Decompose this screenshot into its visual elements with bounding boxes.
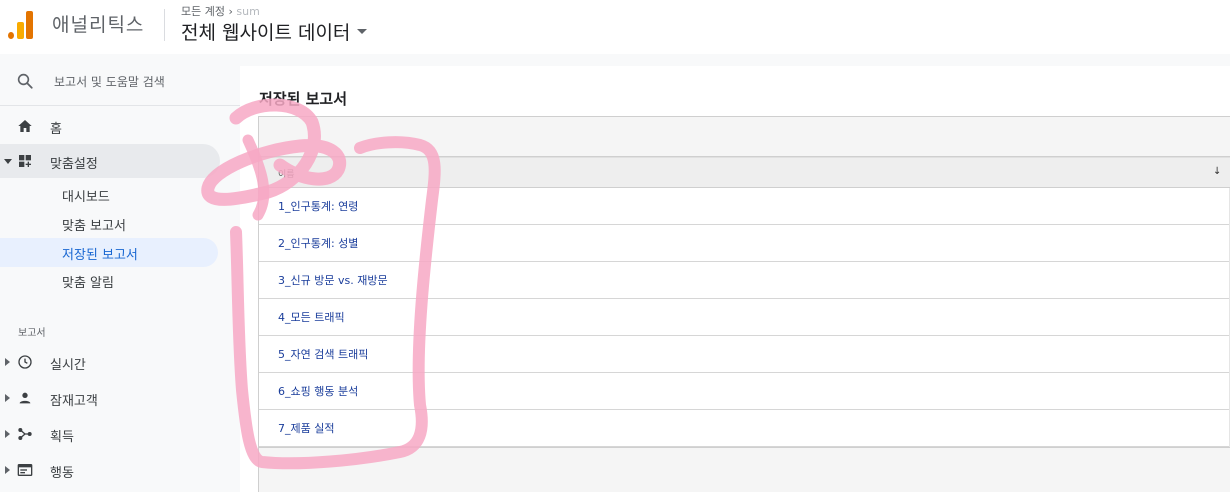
report-link[interactable]: 5_자연 검색 트래픽 [278,346,368,362]
report-link[interactable]: 3_신규 방문 vs. 재방문 [278,272,388,288]
report-link[interactable]: 2_인구통계: 성별 [278,235,358,251]
expand-caret-icon [5,430,10,438]
search-input[interactable]: 보고서 및 도움말 검색 [54,73,165,90]
saved-reports-table: 이름 ↓ 1_인구통계: 연령 2_인구통계: 성별 3_신규 방문 vs. 재… [258,116,1230,492]
expand-caret-icon [5,394,10,402]
sidebar-item-label: 맞춤설정 [50,157,98,172]
sidebar-subitem-label: 대시보드 [62,190,110,205]
behavior-icon [17,464,33,476]
report-link[interactable]: 7_제품 실적 [278,420,334,436]
sidebar-item-acquisition[interactable]: 획득 [0,417,220,451]
main-content: 저장된 보고서 이름 ↓ 1_인구통계: 연령 2_인구통계: 성별 3_신규 … [240,54,1230,492]
table-row: 2_인구통계: 성별 [259,225,1230,262]
breadcrumb-blurred: sum [236,5,260,18]
search-icon [17,73,33,89]
sidebar-item-label: 행동 [50,466,74,481]
sidebar-item-audience[interactable]: 잠재고객 [0,381,220,415]
sidebar-subitem-custom-reports[interactable]: 맞춤 보고서 [0,209,218,238]
breadcrumb-separator: › [228,5,233,18]
sidebar-item-behavior[interactable]: 행동 [0,453,220,487]
table-row: 4_모든 트래픽 [259,299,1230,336]
account-breadcrumb[interactable]: 모든 계정 › sum [181,3,260,19]
expand-caret-icon [5,466,10,474]
breadcrumb-account: 모든 계정 [181,5,225,18]
acquisition-icon [18,428,32,440]
page-title: 저장된 보고서 [259,90,348,108]
table-row: 3_신규 방문 vs. 재방문 [259,262,1230,299]
sidebar: 보고서 및 도움말 검색 홈 맞춤설정 대시보드 맞춤 보고서 저장된 보고서 … [0,54,240,492]
sidebar-item-label: 홈 [50,122,62,137]
table-row: 5_자연 검색 트래픽 [259,336,1230,373]
column-header-name[interactable]: 이름 ↓ [259,157,1230,188]
sidebar-item-label: 획득 [50,430,74,445]
expand-caret-icon [5,358,10,366]
property-name: 전체 웹사이트 데이터 [181,22,351,44]
report-link[interactable]: 4_모든 트래픽 [278,309,345,325]
table-body: 1_인구통계: 연령 2_인구통계: 성별 3_신규 방문 vs. 재방문 4_… [259,188,1230,447]
sidebar-search[interactable]: 보고서 및 도움말 검색 [0,54,240,106]
table-footer [259,447,1230,492]
person-icon [19,392,31,404]
sidebar-subitem-label: 맞춤 보고서 [62,219,126,234]
app-name: 애널리틱스 [52,14,145,36]
sidebar-item-label: 잠재고객 [50,394,98,409]
analytics-logo[interactable] [8,11,34,39]
sidebar-subitem-custom-alerts[interactable]: 맞춤 알림 [0,266,218,295]
table-toolbar [259,117,1230,157]
sidebar-item-home[interactable]: 홈 [0,109,220,143]
sidebar-item-customization[interactable]: 맞춤설정 [0,144,220,178]
clock-icon [18,355,32,369]
dashboard-plus-icon [19,155,31,167]
column-header-label: 이름 [278,170,295,180]
table-row: 7_제품 실적 [259,410,1230,447]
sidebar-subitem-saved-reports[interactable]: 저장된 보고서 [0,238,218,267]
report-link[interactable]: 1_인구통계: 연령 [278,198,358,214]
top-header: 애널리틱스 모든 계정 › sum 전체 웹사이트 데이터 [0,0,1230,52]
table-row: 6_쇼핑 행동 분석 [259,373,1230,410]
property-selector[interactable]: 전체 웹사이트 데이터 [181,18,368,45]
header-divider [164,9,165,41]
sidebar-subitem-label: 맞춤 알림 [62,276,114,291]
expand-caret-icon [4,159,12,164]
reports-section-label: 보고서 [18,328,46,339]
main-top-strip [240,54,1230,66]
table-row: 1_인구통계: 연령 [259,188,1230,225]
chevron-down-icon [357,29,368,34]
home-icon [18,120,32,132]
sidebar-subitem-dashboard[interactable]: 대시보드 [0,180,218,209]
sidebar-item-label: 실시간 [50,358,86,373]
report-link[interactable]: 6_쇼핑 행동 분석 [278,383,358,399]
sidebar-subitem-label: 저장된 보고서 [62,248,138,263]
sidebar-item-realtime[interactable]: 실시간 [0,345,220,379]
sort-arrow-icon[interactable]: ↓ [1213,166,1221,177]
